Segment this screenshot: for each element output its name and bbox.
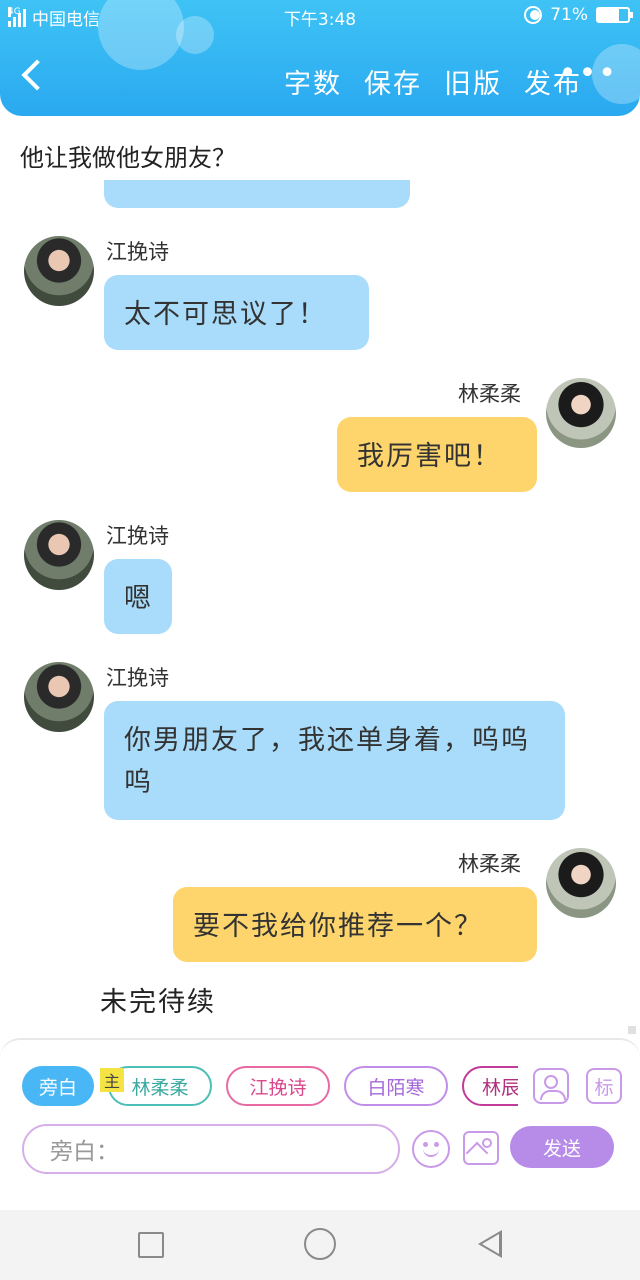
avatar-left[interactable]	[24, 520, 94, 590]
battery-percent: 71%	[550, 5, 588, 25]
to-be-continued-text: 未完待续	[100, 987, 216, 1018]
chip-narrator[interactable]: 旁白	[22, 1066, 94, 1106]
chevron-left-icon	[21, 59, 53, 91]
character-chips[interactable]: 旁白 林柔柔 主 江挽诗 白陌寒 林辰	[22, 1066, 518, 1110]
message-input[interactable]: 旁白：	[22, 1124, 400, 1174]
emoji-smile	[423, 1148, 439, 1157]
avatar-right[interactable]	[546, 378, 616, 448]
message-bubble[interactable]: 太不可思议了！	[104, 275, 369, 350]
message-bubble[interactable]: 嗯	[104, 559, 172, 634]
word-count-button[interactable]: 字数	[284, 62, 342, 101]
composer: 旁白 林柔柔 主 江挽诗 白陌寒 林辰 标 旁白： 发送	[0, 1038, 640, 1210]
home-icon[interactable]	[304, 1228, 336, 1260]
message-bubble[interactable]: 我厉害吧！	[337, 417, 537, 492]
avatar-right[interactable]	[546, 848, 616, 918]
chat-title: 他让我做他女朋友？	[20, 144, 236, 172]
chip-character-4[interactable]: 林辰	[462, 1066, 518, 1106]
sender-name: 林柔柔	[458, 852, 521, 876]
sender-name: 江挽诗	[106, 240, 169, 264]
message-list[interactable]: 江挽诗 太不可思议了！ 林柔柔 我厉害吧！ 江挽诗 嗯 江挽诗 你男朋友了，我还…	[0, 180, 640, 1040]
back-triangle-icon[interactable]	[478, 1230, 502, 1258]
chip-character-3[interactable]: 白陌寒	[344, 1066, 448, 1106]
sender-name: 林柔柔	[458, 382, 521, 406]
more-options-icon[interactable]: •••	[559, 59, 618, 89]
character-manage-button[interactable]	[533, 1068, 569, 1104]
recent-apps-icon[interactable]	[138, 1232, 164, 1258]
avatar-left[interactable]	[24, 662, 94, 732]
app-header: 4G 中国电信 下午3:48 71% 字数 保存 旧版 发布 •••	[0, 0, 640, 116]
label-button[interactable]: 标	[586, 1068, 622, 1104]
status-right: 71%	[524, 5, 633, 25]
header-menu: 字数 保存 旧版 发布	[284, 62, 582, 101]
main-character-tag: 主	[100, 1068, 124, 1092]
sender-name: 江挽诗	[106, 666, 169, 690]
chip-character-2[interactable]: 江挽诗	[226, 1066, 330, 1106]
message-bubble-partial	[104, 180, 410, 208]
battery-level	[598, 9, 620, 21]
system-nav-bar	[0, 1210, 640, 1280]
old-version-button[interactable]: 旧版	[444, 62, 502, 101]
message-bubble[interactable]: 要不我给你推荐一个？	[173, 887, 537, 962]
send-button[interactable]: 发送	[510, 1126, 614, 1168]
status-bar: 4G 中国电信 下午3:48 71%	[0, 0, 640, 34]
emoji-icon[interactable]	[412, 1130, 450, 1168]
message-bubble[interactable]: 你男朋友了，我还单身着，呜呜呜	[104, 701, 565, 820]
back-button[interactable]	[14, 52, 64, 108]
sender-name: 江挽诗	[106, 524, 169, 548]
do-not-disturb-icon	[524, 6, 543, 24]
avatar-left[interactable]	[24, 236, 94, 306]
save-button[interactable]: 保存	[364, 62, 422, 101]
image-icon[interactable]	[463, 1131, 499, 1165]
person-icon	[540, 1075, 566, 1100]
battery-icon	[596, 7, 633, 23]
scroll-marker	[628, 1026, 636, 1034]
